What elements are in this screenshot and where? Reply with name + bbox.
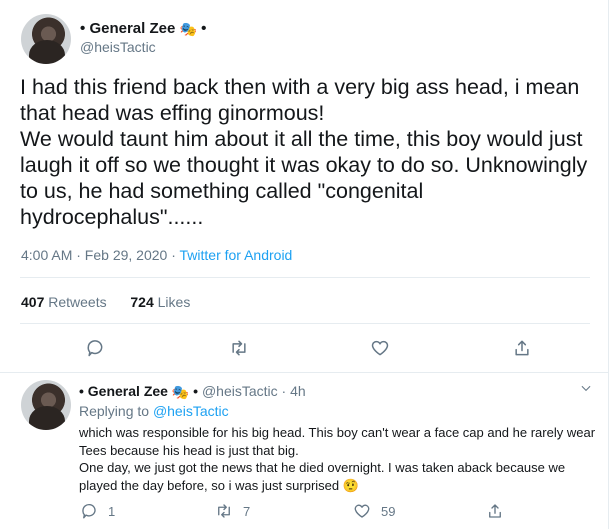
avatar[interactable]	[21, 14, 71, 64]
reply-retweet-count: 7	[243, 503, 251, 519]
retweet-icon	[218, 504, 230, 518]
tweet-text-body: I had this friend back then with a very …	[20, 75, 588, 229]
reply-reply-button[interactable]: 1	[80, 502, 115, 520]
retweet-icon	[232, 340, 246, 356]
name-suffix-dot: •	[201, 20, 207, 37]
tweet-thread: • General Zee 🎭 • @heisTactic I had this…	[0, 0, 609, 529]
reply-button[interactable]	[84, 337, 106, 359]
name-suffix-dot: •	[193, 383, 199, 399]
reply-avatar[interactable]	[21, 380, 71, 430]
share-icon	[489, 504, 501, 518]
name-prefix-dot: •	[79, 383, 84, 399]
likes-stat[interactable]: 724 Likes	[130, 294, 190, 310]
retweet-button[interactable]	[228, 337, 250, 359]
chevron-down-icon	[581, 385, 591, 392]
author-handle[interactable]: @heisTactic	[80, 39, 156, 55]
reply-text: which was responsible for his big head. …	[79, 424, 599, 494]
name-prefix-dot: •	[80, 20, 86, 37]
author-name[interactable]: • General Zee 🎭 •	[80, 20, 206, 38]
tweet-source-link[interactable]: Twitter for Android	[180, 247, 293, 263]
retweets-label: Retweets	[48, 294, 107, 310]
tweet-text: I had this friend back then with a very …	[20, 74, 600, 230]
reply-author-name: General Zee	[87, 383, 168, 399]
author-name-text: General Zee	[89, 20, 176, 37]
reply-retweet-button[interactable]: 7	[215, 502, 250, 520]
divider	[20, 277, 590, 278]
tweet-timestamp[interactable]: 4:00 AM · Feb 29, 2020 ·	[21, 247, 180, 263]
reply-text-body: which was responsible for his big head. …	[79, 425, 596, 493]
divider	[20, 323, 590, 324]
retweet-count: 407	[21, 294, 45, 310]
reply-like-count: 59	[381, 503, 396, 519]
reply-author[interactable]: • General Zee 🎭 • @heisTactic · 4h	[79, 383, 306, 401]
like-icon	[354, 504, 370, 518]
theater-masks-icon: 🎭	[179, 21, 197, 37]
replying-to: Replying to @heisTactic	[79, 403, 229, 419]
replying-to-handle[interactable]: @heisTactic	[153, 403, 229, 419]
share-button[interactable]	[511, 337, 533, 359]
like-button[interactable]	[369, 337, 391, 359]
separator: ·	[281, 383, 287, 399]
reply-handle: @heisTactic	[201, 383, 278, 399]
like-count: 724	[130, 294, 154, 310]
replying-to-label: Replying to	[79, 403, 150, 419]
reply-icon	[87, 340, 103, 357]
more-options-button[interactable]	[579, 381, 597, 399]
reply-icon	[82, 503, 96, 519]
reply-share-button[interactable]	[486, 502, 514, 520]
retweets-stat[interactable]: 407 Retweets	[21, 294, 107, 310]
share-icon	[515, 340, 529, 356]
like-icon	[371, 340, 389, 356]
theater-masks-icon: 🎭	[171, 384, 190, 400]
reply-reply-count: 1	[108, 503, 116, 519]
tweet-meta: 4:00 AM · Feb 29, 2020 · Twitter for And…	[21, 247, 292, 263]
tweet-stats: 407 Retweets 724 Likes	[21, 294, 190, 310]
reply-like-button[interactable]: 59	[353, 502, 395, 520]
reply-time[interactable]: 4h	[290, 383, 306, 399]
likes-label: Likes	[157, 294, 191, 310]
divider	[0, 372, 609, 373]
